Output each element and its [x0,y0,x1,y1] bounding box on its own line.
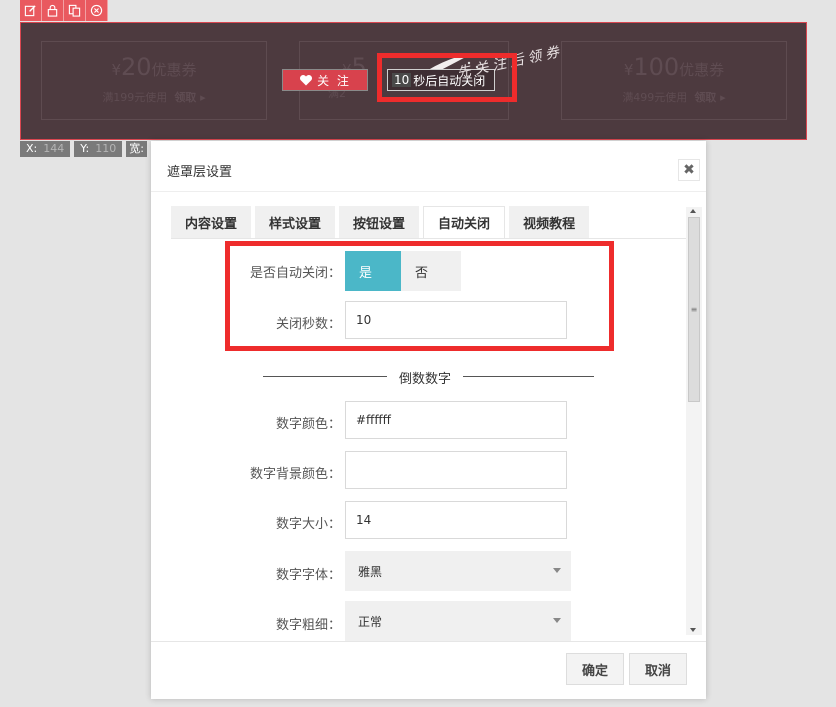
number-font-value: 雅黑 [358,564,383,579]
tab-content-settings[interactable]: 内容设置 [171,206,252,239]
coupon-label: 优惠券 [151,61,197,79]
y-value: 110 [92,142,120,155]
number-color-input[interactable]: #ffffff [345,401,567,439]
section-title: 倒数数字 [387,368,464,387]
follow-button[interactable]: 关 注 [282,69,368,91]
divider [171,238,686,239]
y-label: Y: [77,142,93,155]
number-weight-label: 数字粗细： [275,618,341,633]
claim-link: 领取 ▸ [174,91,206,104]
width-label: 宽: [126,141,147,157]
copy-icon[interactable] [64,0,86,21]
currency-symbol: ¥ [623,61,634,79]
coupon-condition: 满199元使用 [102,91,168,104]
scrollbar-thumb[interactable]: ≡ [688,217,700,402]
coupon-card: ¥100优惠券 满499元使用 领取 ▸ [561,41,787,120]
number-bg-color-input[interactable] [345,451,567,489]
highlight-box [225,241,614,351]
tab-video-tutorial[interactable]: 视频教程 [509,206,590,239]
tab-auto-close[interactable]: 自动关闭 [423,206,506,239]
lock-icon[interactable] [42,0,64,21]
mask-settings-dialog: 遮罩层设置 ✖ 内容设置 样式设置 按钮设置 自动关闭 视频教程 是否自动关闭：… [151,141,706,699]
confirm-button[interactable]: 确定 [566,653,624,685]
divider [151,191,706,192]
edit-icon[interactable] [20,0,42,21]
number-weight-value: 正常 [358,614,383,629]
x-label: X: [23,142,41,155]
x-value: 144 [40,142,68,155]
dialog-title: 遮罩层设置 [167,165,233,180]
delete-icon[interactable] [86,0,108,21]
close-icon[interactable]: ✖ [678,159,700,181]
scroll-down-icon[interactable] [690,628,696,632]
chevron-down-icon [553,568,561,573]
number-size-label: 数字大小： [275,517,341,532]
coupon-condition: 满499元使用 [622,91,688,104]
coupon-label: 优惠券 [679,61,725,79]
coupon-amount: 100 [633,53,680,81]
tab-button-settings[interactable]: 按钮设置 [339,206,420,239]
coupon-amount: 20 [120,53,152,81]
follow-label: 关 注 [317,73,351,88]
number-font-select[interactable]: 雅黑 [345,551,571,591]
currency-symbol: ¥ [111,61,121,79]
scroll-up-icon[interactable] [690,209,696,213]
tab-bar: 内容设置 样式设置 按钮设置 自动关闭 视频教程 [171,206,590,239]
heart-icon [300,74,313,86]
highlight-box [377,53,517,102]
divider [151,641,706,642]
tab-style-settings[interactable]: 样式设置 [255,206,336,239]
position-readout: X: 144 Y: 110 宽: [20,141,147,157]
number-size-input[interactable]: 14 [345,501,567,539]
popup-canvas[interactable]: ¥20优惠券 满199元使用 领取 ▸ ¥5 满2 ¥100优惠券 满499元使… [20,22,807,140]
claim-link: 领取 ▸ [694,91,726,104]
element-toolbar [20,0,108,21]
number-font-label: 数字字体： [275,568,341,583]
coupon-card: ¥20优惠券 满199元使用 领取 ▸ [41,41,267,120]
chevron-down-icon [553,618,561,623]
scrollbar[interactable]: ≡ [686,207,702,635]
number-weight-select[interactable]: 正常 [345,601,571,641]
cancel-button[interactable]: 取消 [629,653,687,685]
number-bg-color-label: 数字背景颜色： [249,467,341,482]
number-color-label: 数字颜色： [275,417,341,432]
